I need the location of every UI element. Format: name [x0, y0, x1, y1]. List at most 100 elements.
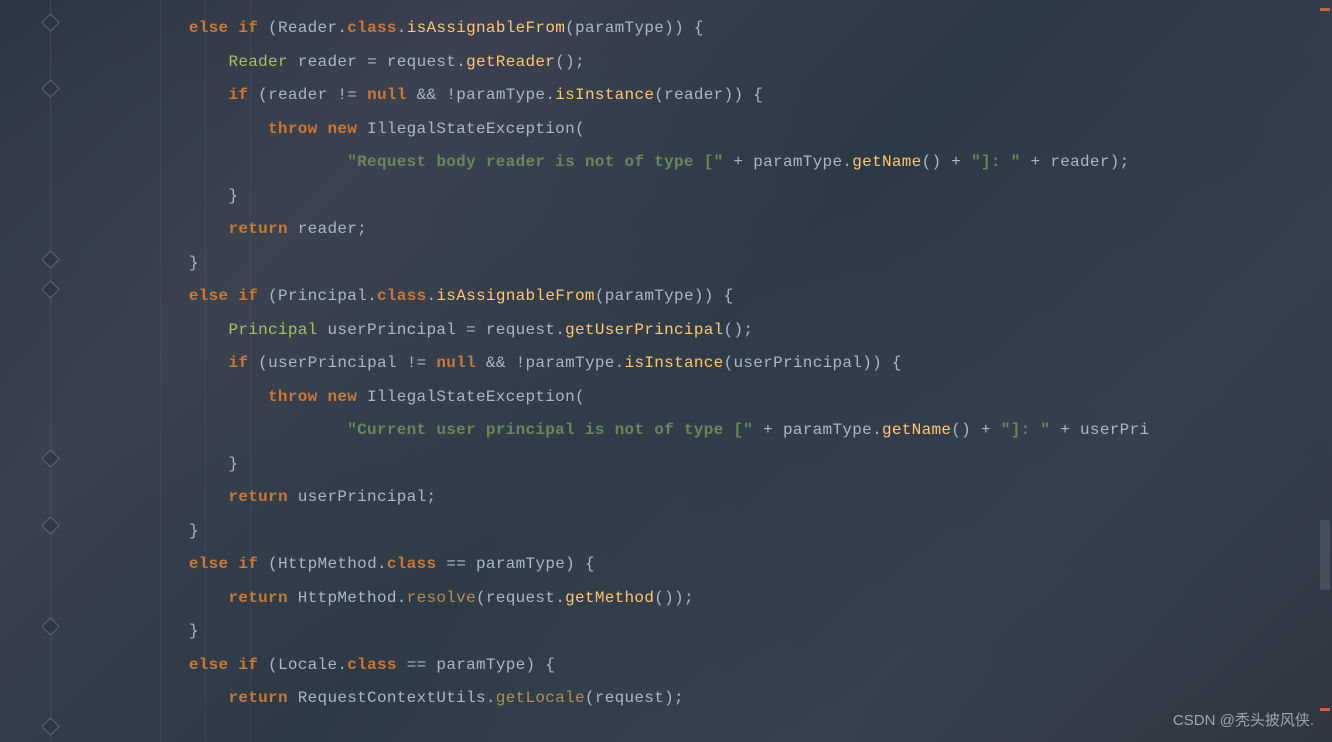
code-token: Locale — [278, 656, 337, 674]
code-content-area[interactable]: else if (Reader.class.isAssignableFrom(p… — [70, 0, 1332, 742]
code-token: ( — [575, 388, 585, 406]
code-token: return — [228, 689, 297, 707]
code-line[interactable]: "Request body reader is not of type [" +… — [70, 146, 1332, 180]
code-token: + — [1021, 153, 1051, 171]
code-line[interactable]: return RequestContextUtils.getLocale(req… — [70, 682, 1332, 716]
code-token: RequestContextUtils — [298, 689, 486, 707]
code-token: )) { — [724, 86, 764, 104]
code-line[interactable]: throw new IllegalStateException( — [70, 113, 1332, 147]
code-token: null — [436, 354, 486, 372]
indent-guide — [160, 0, 161, 742]
code-token — [70, 555, 189, 573]
code-token: throw new — [268, 388, 367, 406]
code-line[interactable]: Reader reader = request.getReader(); — [70, 46, 1332, 80]
code-token: && ! — [417, 86, 457, 104]
code-token: "Current user principal is not of type [… — [347, 421, 753, 439]
code-token: return — [228, 488, 297, 506]
code-token: class — [387, 555, 446, 573]
code-token: else if — [189, 656, 268, 674]
code-token: } — [70, 187, 238, 205]
code-token: paramType — [436, 656, 525, 674]
fold-marker-icon[interactable] — [41, 13, 59, 31]
code-token: . — [337, 656, 347, 674]
fold-marker-icon[interactable] — [41, 250, 59, 268]
code-token: == — [446, 555, 476, 573]
code-line[interactable]: } — [70, 448, 1332, 482]
code-token: . — [872, 421, 882, 439]
indent-guide — [250, 0, 251, 742]
code-line[interactable]: if (userPrincipal != null && !paramType.… — [70, 347, 1332, 381]
fold-marker-icon[interactable] — [41, 79, 59, 97]
code-line[interactable]: } — [70, 180, 1332, 214]
code-token: class — [347, 19, 397, 37]
code-token: throw new — [268, 120, 367, 138]
code-token: + — [724, 153, 754, 171]
code-token: )) { — [664, 19, 704, 37]
fold-marker-icon[interactable] — [41, 449, 59, 467]
code-token: getUserPrincipal — [565, 321, 723, 339]
code-token: ( — [268, 19, 278, 37]
code-token: } — [70, 455, 238, 473]
vertical-scrollbar[interactable] — [1318, 0, 1330, 742]
code-token: == — [407, 656, 437, 674]
code-token: class — [377, 287, 427, 305]
code-token: } — [70, 254, 199, 272]
code-line[interactable]: else if (Principal.class.isAssignableFro… — [70, 280, 1332, 314]
code-token: "Request body reader is not of type [" — [347, 153, 723, 171]
code-line[interactable]: Principal userPrincipal = request.getUse… — [70, 314, 1332, 348]
code-token: (); — [724, 321, 754, 339]
fold-marker-icon[interactable] — [41, 717, 59, 735]
code-token: () + — [922, 153, 972, 171]
code-token: "]: " — [971, 153, 1021, 171]
fold-marker-icon[interactable] — [41, 617, 59, 635]
code-token: paramType — [605, 287, 694, 305]
watermark-text: CSDN @秃头披风侠. — [1173, 709, 1314, 730]
code-line[interactable]: "Current user principal is not of type [… — [70, 414, 1332, 448]
code-token: request — [387, 53, 456, 71]
code-token: (); — [555, 53, 585, 71]
code-token: reader — [1050, 153, 1109, 171]
code-line[interactable]: else if (Reader.class.isAssignableFrom(p… — [70, 12, 1332, 46]
code-token: userPrincipal — [298, 488, 427, 506]
code-token: } — [70, 522, 199, 540]
code-token: )) { — [694, 287, 734, 305]
code-token: isInstance — [625, 354, 724, 372]
code-line[interactable]: if (reader != null && !paramType.isInsta… — [70, 79, 1332, 113]
code-line[interactable]: } — [70, 615, 1332, 649]
code-token: . — [615, 354, 625, 372]
code-token: if — [228, 86, 258, 104]
code-line[interactable]: return userPrincipal; — [70, 481, 1332, 515]
code-token: return — [228, 220, 297, 238]
code-line[interactable]: return HttpMethod.resolve(request.getMet… — [70, 582, 1332, 616]
editor-gutter[interactable] — [0, 0, 70, 742]
code-line[interactable]: throw new IllegalStateException( — [70, 381, 1332, 415]
code-line[interactable]: } — [70, 247, 1332, 281]
code-token: reader — [298, 220, 357, 238]
code-token: if — [228, 354, 258, 372]
code-token: + — [753, 421, 783, 439]
code-token: ( — [565, 19, 575, 37]
code-token: reader — [298, 53, 367, 71]
code-editor[interactable]: else if (Reader.class.isAssignableFrom(p… — [0, 0, 1332, 742]
scrollbar-error-mark[interactable] — [1320, 8, 1330, 11]
code-line[interactable]: else if (Locale.class == paramType) { — [70, 649, 1332, 683]
code-token: else if — [189, 287, 268, 305]
code-token — [70, 19, 189, 37]
code-token: . — [337, 19, 347, 37]
code-token — [70, 287, 189, 305]
code-line[interactable]: } — [70, 515, 1332, 549]
code-token: getMethod — [565, 589, 654, 607]
code-token: paramType — [476, 555, 565, 573]
code-line[interactable]: return reader; — [70, 213, 1332, 247]
fold-marker-icon[interactable] — [41, 516, 59, 534]
code-token: ( — [268, 555, 278, 573]
indent-guide — [205, 0, 206, 742]
scrollbar-error-mark[interactable] — [1320, 708, 1330, 711]
code-token: Principal — [278, 287, 367, 305]
scrollbar-thumb[interactable] — [1320, 520, 1330, 590]
fold-marker-icon[interactable] — [41, 280, 59, 298]
code-line[interactable]: else if (HttpMethod.class == paramType) … — [70, 548, 1332, 582]
code-token — [70, 656, 189, 674]
code-token: . — [555, 321, 565, 339]
code-token: return — [228, 589, 297, 607]
